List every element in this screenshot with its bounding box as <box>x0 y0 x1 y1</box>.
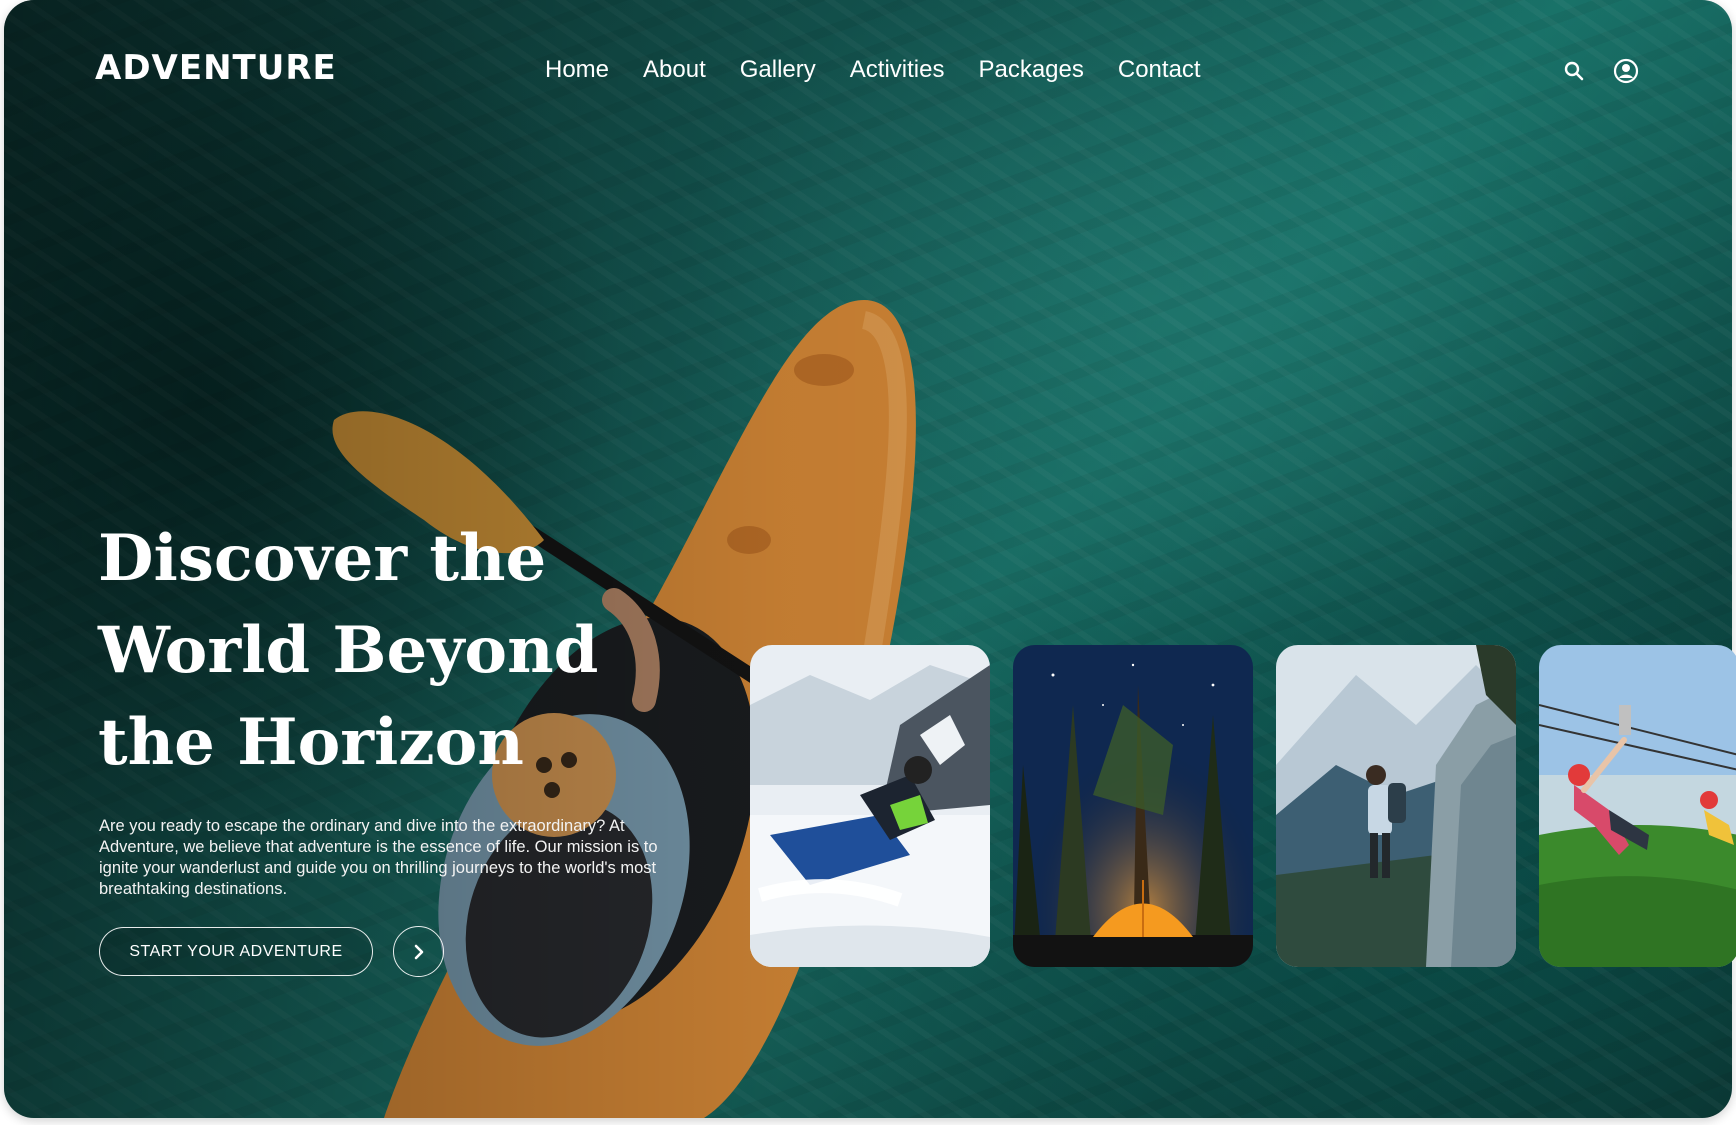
activity-card-snowmobile[interactable] <box>750 645 990 967</box>
nav-item-activities[interactable]: Activities <box>850 56 945 84</box>
hero-description: Are you ready to escape the ordinary and… <box>99 817 658 898</box>
hero-title: Discover the World Beyond the Horizon <box>98 521 599 780</box>
activity-card-camping[interactable] <box>1013 645 1253 967</box>
mountain-hiker-photo <box>1276 645 1516 967</box>
next-slide-button[interactable] <box>393 926 444 977</box>
nav-item-packages[interactable]: Packages <box>978 56 1083 84</box>
nav-item-about[interactable]: About <box>643 56 706 84</box>
user-circle-icon <box>1613 58 1639 84</box>
camping-tent-photo <box>1013 645 1253 967</box>
search-button[interactable] <box>1559 56 1589 86</box>
snowmobile-photo <box>750 645 990 967</box>
activity-card-hiking[interactable] <box>1276 645 1516 967</box>
brand-logo[interactable]: ADVENTURE <box>95 48 337 88</box>
nav-item-gallery[interactable]: Gallery <box>740 56 816 84</box>
search-icon <box>1564 61 1584 81</box>
account-button[interactable] <box>1611 56 1641 86</box>
start-adventure-button[interactable]: START YOUR ADVENTURE <box>99 927 373 976</box>
main-nav: Home About Gallery Activities Packages C… <box>545 56 1235 84</box>
zipline-photo <box>1539 645 1736 967</box>
activity-card-zipline[interactable] <box>1539 645 1736 967</box>
chevron-right-icon <box>414 944 423 959</box>
nav-item-home[interactable]: Home <box>545 56 609 84</box>
nav-item-contact[interactable]: Contact <box>1118 56 1201 84</box>
